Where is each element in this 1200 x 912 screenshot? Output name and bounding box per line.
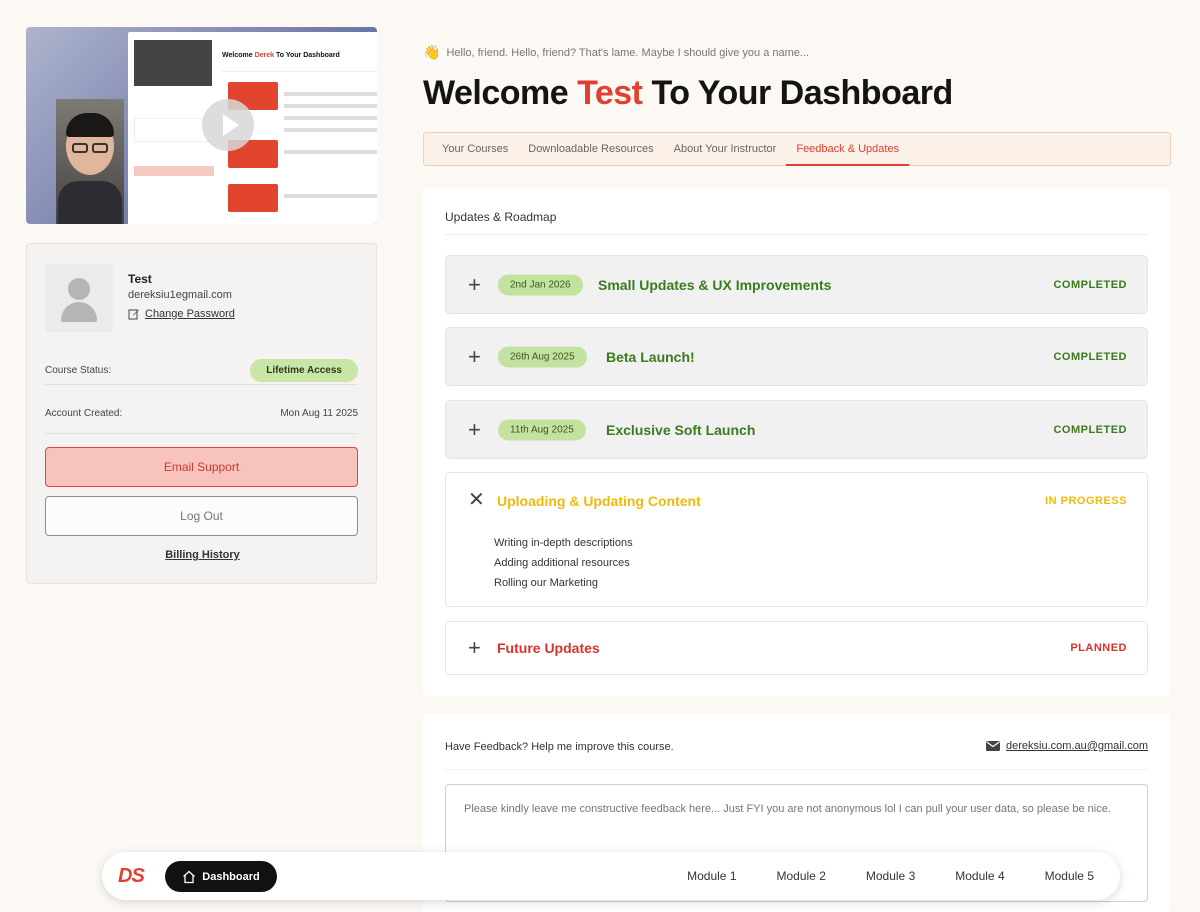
account-created-label: Account Created:: [45, 408, 123, 419]
module-nav: Module 1 Module 2 Module 3 Module 4 Modu…: [687, 852, 1094, 900]
video-mini-thumbnail: [134, 40, 212, 86]
account-created-row: Account Created: Mon Aug 11 2025: [45, 394, 358, 434]
profile-email: dereksiu1egmail.com: [128, 289, 232, 301]
billing-history-link[interactable]: Billing History: [27, 549, 378, 561]
wave-icon: 👋: [423, 44, 441, 60]
roadmap-item-expanded[interactable]: ✕ Uploading & Updating Content IN PROGRE…: [445, 472, 1148, 607]
nav-module-4[interactable]: Module 4: [955, 869, 1004, 883]
page-title-pre: Welcome: [423, 74, 578, 112]
change-password-label: Change Password: [145, 308, 235, 320]
video-mini-line: [284, 104, 377, 108]
page-title-name: Test: [577, 74, 643, 112]
video-mini-tabs: [222, 66, 377, 72]
date-badge: 2nd Jan 2026: [498, 274, 583, 295]
webcam-glasses: [72, 143, 88, 153]
status-badge: IN PROGRESS: [1045, 495, 1127, 507]
plus-icon: +: [468, 271, 481, 297]
page-title: Welcome Test To Your Dashboard: [423, 74, 953, 113]
video-mini-title: Welcome Derek To Your Dashboard: [222, 52, 340, 59]
profile-name: Test: [128, 272, 152, 286]
nav-module-5[interactable]: Module 5: [1045, 869, 1094, 883]
tab-feedback-updates[interactable]: Feedback & Updates: [786, 133, 909, 166]
tab-your-courses[interactable]: Your Courses: [432, 133, 518, 165]
roadmap-item-title: Future Updates: [497, 640, 600, 656]
greeting-text: Hello, friend. Hello, friend? That's lam…: [446, 46, 810, 59]
page-title-post: To Your Dashboard: [642, 74, 953, 112]
video-mini-title-post: To Your Dashboard: [274, 52, 340, 59]
plus-icon: +: [468, 343, 481, 369]
nav-module-3[interactable]: Module 3: [866, 869, 915, 883]
course-status-badge: Lifetime Access: [250, 359, 358, 382]
account-created-value: Mon Aug 11 2025: [280, 408, 358, 419]
change-password-link[interactable]: Change Password: [128, 308, 235, 320]
logout-button[interactable]: Log Out: [45, 496, 358, 536]
edit-icon: [128, 309, 139, 320]
video-mini-line: [284, 128, 377, 132]
video-mini-line: [284, 92, 377, 96]
dashboard-nav-button[interactable]: Dashboard: [165, 861, 277, 892]
email-support-button[interactable]: Email Support: [45, 447, 358, 487]
feedback-email-link[interactable]: dereksiu.com.au@gmail.com: [986, 740, 1148, 752]
close-icon[interactable]: ✕: [468, 487, 485, 512]
video-mini-button: [134, 166, 214, 176]
video-mini-line: [284, 116, 377, 120]
profile-card: Test dereksiu1egmail.com Change Password…: [26, 243, 377, 584]
nav-module-1[interactable]: Module 1: [687, 869, 736, 883]
status-badge: COMPLETED: [1053, 423, 1127, 436]
roadmap-item-title: Exclusive Soft Launch: [606, 421, 756, 438]
date-badge: 26th Aug 2025: [498, 346, 587, 367]
video-mini-card: [228, 184, 278, 212]
webcam-glasses: [92, 143, 108, 153]
feedback-email: dereksiu.com.au@gmail.com: [1006, 740, 1148, 752]
roadmap-item-title: Small Updates & UX Improvements: [598, 276, 832, 293]
dashboard-tabs: Your Courses Downloadable Resources Abou…: [423, 132, 1171, 166]
course-status-label: Course Status:: [45, 365, 112, 376]
play-icon[interactable]: [202, 99, 254, 151]
task-item: Writing in-depth descriptions: [494, 537, 633, 549]
avatar-body: [61, 302, 97, 322]
roadmap-item[interactable]: + 11th Aug 2025 Exclusive Soft Launch CO…: [445, 400, 1148, 459]
task-item: Rolling our Marketing: [494, 577, 598, 589]
video-mini-line: [284, 150, 377, 154]
video-mini-line: [284, 194, 377, 198]
status-badge: PLANNED: [1070, 642, 1127, 654]
divider: [445, 769, 1148, 770]
tab-downloadable-resources[interactable]: Downloadable Resources: [518, 133, 663, 165]
roadmap-item-title: Beta Launch!: [606, 348, 695, 365]
roadmap-item-title: Uploading & Updating Content: [497, 493, 701, 509]
tab-about-instructor[interactable]: About Your Instructor: [664, 133, 787, 165]
mail-icon: [986, 741, 1000, 751]
webcam-hair: [66, 113, 114, 137]
divider: [445, 234, 1148, 235]
roadmap-panel: Updates & Roadmap + 2nd Jan 2026 Small U…: [423, 188, 1170, 696]
date-badge: 11th Aug 2025: [498, 419, 586, 440]
video-mini-title-pre: Welcome: [222, 52, 255, 59]
home-icon: [183, 870, 196, 883]
greeting: 👋 Hello, friend. Hello, friend? That's l…: [423, 44, 809, 61]
feedback-heading: Have Feedback? Help me improve this cour…: [445, 741, 674, 753]
avatar-head: [68, 278, 90, 300]
avatar: [45, 264, 113, 332]
bottom-nav: DS Dashboard Module 1 Module 2 Module 3 …: [102, 852, 1120, 900]
video-mini-title-name: Derek: [254, 52, 275, 59]
task-item: Adding additional resources: [494, 557, 630, 569]
roadmap-item[interactable]: + 2nd Jan 2026 Small Updates & UX Improv…: [445, 255, 1148, 314]
roadmap-item[interactable]: + Future Updates PLANNED: [445, 621, 1148, 675]
task-list: Writing in-depth descriptions Adding add…: [494, 533, 633, 593]
course-status-row: Course Status: Lifetime Access: [45, 357, 358, 385]
dashboard-nav-label: Dashboard: [202, 870, 260, 883]
status-badge: COMPLETED: [1053, 278, 1127, 291]
roadmap-heading: Updates & Roadmap: [445, 210, 557, 224]
course-video-preview[interactable]: Welcome Derek To Your Dashboard: [26, 27, 377, 224]
plus-icon: +: [468, 635, 481, 660]
status-badge: COMPLETED: [1053, 350, 1127, 363]
nav-module-2[interactable]: Module 2: [777, 869, 826, 883]
plus-icon: +: [468, 416, 481, 442]
roadmap-item[interactable]: + 26th Aug 2025 Beta Launch! COMPLETED: [445, 327, 1148, 386]
ds-logo[interactable]: DS: [118, 865, 145, 888]
webcam-shirt: [58, 181, 122, 224]
instructor-webcam: [56, 99, 124, 224]
